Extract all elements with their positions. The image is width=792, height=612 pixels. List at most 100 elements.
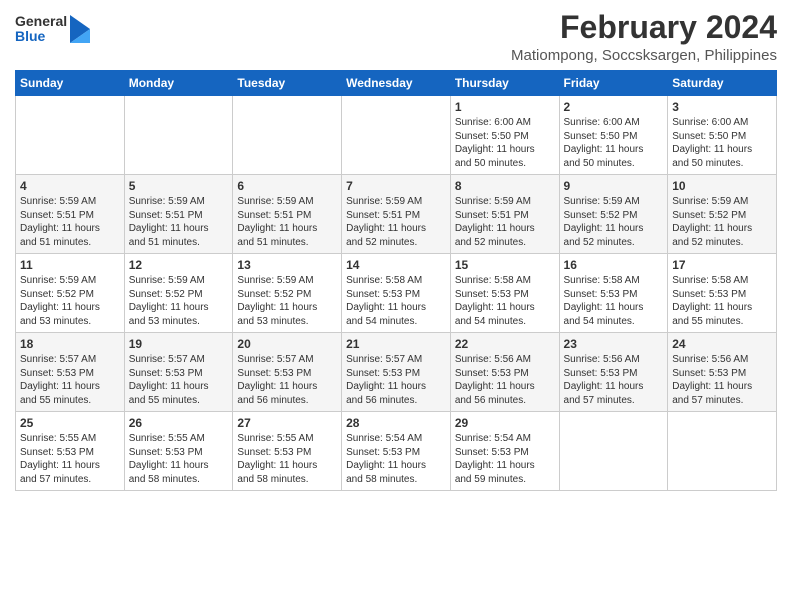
logo-general: General [15,14,67,29]
calendar-cell: 21Sunrise: 5:57 AM Sunset: 5:53 PM Dayli… [342,333,451,412]
cell-text: Sunrise: 5:57 AM Sunset: 5:53 PM Dayligh… [237,353,337,407]
calendar-week-row: 18Sunrise: 5:57 AM Sunset: 5:53 PM Dayli… [16,333,777,412]
calendar-cell: 14Sunrise: 5:58 AM Sunset: 5:53 PM Dayli… [342,254,451,333]
cell-text: Sunrise: 5:57 AM Sunset: 5:53 PM Dayligh… [20,353,120,407]
calendar-cell: 4 Sunrise: 5:59 AM Sunset: 5:51 PM Daylig… [16,175,125,254]
cell-text: Sunrise: 5:59 AM Sunset: 5:52 PM Dayligh… [564,195,664,249]
calendar-header-cell: Tuesday [233,71,342,96]
calendar-cell: 12Sunrise: 5:59 AM Sunset: 5:52 PM Dayli… [124,254,233,333]
calendar-cell: 11 Sunrise: 5:59 AM Sunset: 5:52 PM Dayli… [16,254,125,333]
day-number: 23 [564,337,664,351]
day-number: 14 [346,258,446,272]
calendar-cell [124,96,233,175]
cell-text: Sunrise: 5:59 AM Sunset: 5:51 PM Dayligh… [129,195,229,249]
logo-icon [70,15,90,43]
day-number: 13 [237,258,337,272]
calendar-header-cell: Friday [559,71,668,96]
calendar-cell: 6Sunrise: 5:59 AM Sunset: 5:51 PM Daylig… [233,175,342,254]
day-number: 5 [129,179,229,193]
calendar-cell [233,96,342,175]
sub-title: Matiompong, Soccsksargen, Philippines [511,47,777,64]
day-number: 8 [455,179,555,193]
cell-text: Sunrise: 5:59 AM Sunset: 5:51 PM Dayligh… [237,195,337,249]
day-number: 28 [346,416,446,430]
cell-text: Sunrise: 5:59 AM Sunset: 5:51 PM Dayligh… [455,195,555,249]
cell-text: Sunrise: 5:59 AM Sunset: 5:51 PM Dayligh… [346,195,446,249]
calendar-cell: 15 Sunrise: 5:58 AM Sunset: 5:53 PM Dayli… [450,254,559,333]
calendar-cell [668,412,777,491]
cell-text: Sunrise: 5:56 AM Sunset: 5:53 PM Dayligh… [455,353,555,407]
cell-text: Sunrise: 5:58 AM Sunset: 5:53 PM Dayligh… [672,274,772,328]
cell-text: Sunrise: 5:59 AM Sunset: 5:51 PM Dayligh… [20,195,120,249]
logo-blue: Blue [15,29,67,44]
calendar-cell: 25 Sunrise: 5:55 AM Sunset: 5:53 PM Dayli… [16,412,125,491]
day-number: 9 [564,179,664,193]
day-number: 2 [564,100,664,114]
calendar-body: 1 Sunrise: 6:00 AM Sunset: 5:50 PM Daylig… [16,96,777,491]
day-number: 27 [237,416,337,430]
calendar-cell [16,96,125,175]
cell-text: Sunrise: 5:59 AM Sunset: 5:52 PM Dayligh… [672,195,772,249]
calendar-cell: 10 Sunrise: 5:59 AM Sunset: 5:52 PM Dayli… [668,175,777,254]
calendar-header-cell: Wednesday [342,71,451,96]
calendar-header-cell: Thursday [450,71,559,96]
calendar-cell: 19 Sunrise: 5:57 AM Sunset: 5:53 PM Dayli… [124,333,233,412]
calendar-cell: 8 Sunrise: 5:59 AM Sunset: 5:51 PM Daylig… [450,175,559,254]
calendar-cell: 29Sunrise: 5:54 AM Sunset: 5:53 PM Dayli… [450,412,559,491]
calendar-cell: 9 Sunrise: 5:59 AM Sunset: 5:52 PM Daylig… [559,175,668,254]
calendar-table: SundayMondayTuesdayWednesdayThursdayFrid… [15,70,777,491]
calendar-cell: 23 Sunrise: 5:56 AM Sunset: 5:53 PM Dayli… [559,333,668,412]
calendar-cell: 24Sunrise: 5:56 AM Sunset: 5:53 PM Dayli… [668,333,777,412]
calendar-header-cell: Monday [124,71,233,96]
calendar-week-row: 4 Sunrise: 5:59 AM Sunset: 5:51 PM Daylig… [16,175,777,254]
cell-text: Sunrise: 5:54 AM Sunset: 5:53 PM Dayligh… [455,432,555,486]
cell-text: Sunrise: 5:54 AM Sunset: 5:53 PM Dayligh… [346,432,446,486]
cell-text: Sunrise: 6:00 AM Sunset: 5:50 PM Dayligh… [455,116,555,170]
day-number: 24 [672,337,772,351]
calendar-cell: 5 Sunrise: 5:59 AM Sunset: 5:51 PM Daylig… [124,175,233,254]
day-number: 4 [20,179,120,193]
calendar-header-cell: Sunday [16,71,125,96]
calendar-cell: 20 Sunrise: 5:57 AM Sunset: 5:53 PM Dayli… [233,333,342,412]
calendar-cell: 28 Sunrise: 5:54 AM Sunset: 5:53 PM Dayli… [342,412,451,491]
calendar-cell: 18Sunrise: 5:57 AM Sunset: 5:53 PM Dayli… [16,333,125,412]
day-number: 22 [455,337,555,351]
cell-text: Sunrise: 6:00 AM Sunset: 5:50 PM Dayligh… [564,116,664,170]
main-title: February 2024 [511,10,777,45]
calendar-cell: 1 Sunrise: 6:00 AM Sunset: 5:50 PM Daylig… [450,96,559,175]
day-number: 15 [455,258,555,272]
cell-text: Sunrise: 5:59 AM Sunset: 5:52 PM Dayligh… [129,274,229,328]
cell-text: Sunrise: 5:58 AM Sunset: 5:53 PM Dayligh… [564,274,664,328]
cell-text: Sunrise: 5:55 AM Sunset: 5:53 PM Dayligh… [20,432,120,486]
cell-text: Sunrise: 5:55 AM Sunset: 5:53 PM Dayligh… [237,432,337,486]
calendar-cell: 3Sunrise: 6:00 AM Sunset: 5:50 PM Daylig… [668,96,777,175]
calendar-cell: 17 Sunrise: 5:58 AM Sunset: 5:53 PM Dayli… [668,254,777,333]
calendar-cell: 16 Sunrise: 5:58 AM Sunset: 5:53 PM Dayli… [559,254,668,333]
cell-text: Sunrise: 5:57 AM Sunset: 5:53 PM Dayligh… [129,353,229,407]
day-number: 25 [20,416,120,430]
cell-text: Sunrise: 6:00 AM Sunset: 5:50 PM Dayligh… [672,116,772,170]
day-number: 10 [672,179,772,193]
day-number: 21 [346,337,446,351]
header: General Blue February 2024 Matiompong, S… [15,10,777,64]
calendar-week-row: 1 Sunrise: 6:00 AM Sunset: 5:50 PM Daylig… [16,96,777,175]
calendar-cell: 22 Sunrise: 5:56 AM Sunset: 5:53 PM Dayli… [450,333,559,412]
cell-text: Sunrise: 5:56 AM Sunset: 5:53 PM Dayligh… [564,353,664,407]
title-area: February 2024 Matiompong, Soccsksargen, … [511,10,777,64]
logo: General Blue [15,14,90,45]
calendar-header-cell: Saturday [668,71,777,96]
day-number: 20 [237,337,337,351]
day-number: 1 [455,100,555,114]
day-number: 26 [129,416,229,430]
day-number: 11 [20,258,120,272]
cell-text: Sunrise: 5:59 AM Sunset: 5:52 PM Dayligh… [20,274,120,328]
cell-text: Sunrise: 5:58 AM Sunset: 5:53 PM Dayligh… [455,274,555,328]
day-number: 16 [564,258,664,272]
calendar-cell: 26Sunrise: 5:55 AM Sunset: 5:53 PM Dayli… [124,412,233,491]
logo-text: General Blue [15,14,67,45]
calendar-cell: 27 Sunrise: 5:55 AM Sunset: 5:53 PM Dayli… [233,412,342,491]
calendar-cell [559,412,668,491]
calendar-cell: 7Sunrise: 5:59 AM Sunset: 5:51 PM Daylig… [342,175,451,254]
day-number: 17 [672,258,772,272]
day-number: 19 [129,337,229,351]
